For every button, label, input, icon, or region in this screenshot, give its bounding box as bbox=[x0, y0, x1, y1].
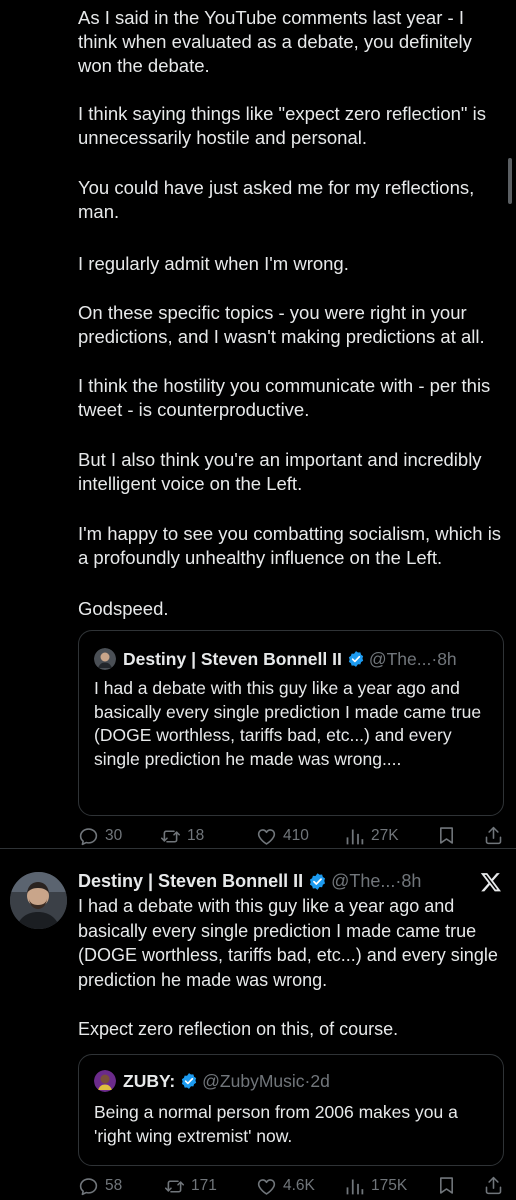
quoted-tweet-header: Destiny | Steven Bonnell II @The... · 8h bbox=[94, 647, 457, 671]
scrollbar[interactable] bbox=[508, 158, 512, 204]
reply-icon bbox=[78, 1176, 99, 1197]
views-count: 175K bbox=[371, 1177, 408, 1194]
tweet-paragraph: I think the hostility you communicate wi… bbox=[78, 375, 496, 420]
author-name[interactable]: Destiny | Steven Bonnell II bbox=[123, 649, 342, 670]
verified-badge-icon bbox=[180, 1072, 198, 1090]
tweet-paragraph: I regularly admit when I'm wrong. bbox=[78, 253, 349, 274]
bookmark-icon[interactable] bbox=[436, 825, 457, 846]
verified-badge-icon bbox=[308, 872, 327, 891]
tweet-paragraph: Godspeed. bbox=[78, 598, 169, 619]
reply-count: 58 bbox=[105, 1177, 123, 1194]
author-handle: @ZubyMusic bbox=[202, 1070, 305, 1091]
tweet-paragraph: On these specific topics - you were righ… bbox=[78, 302, 485, 347]
author-name[interactable]: Destiny | Steven Bonnell II bbox=[78, 871, 303, 892]
author-handle: @The... bbox=[331, 870, 396, 891]
reply-button[interactable]: 58 bbox=[78, 1173, 122, 1199]
action-bar: 30 18 410 27K bbox=[78, 823, 508, 849]
views-icon bbox=[344, 1176, 365, 1197]
share-icon[interactable] bbox=[483, 1175, 504, 1196]
reply-icon bbox=[78, 826, 99, 847]
repost-count: 171 bbox=[191, 1177, 217, 1194]
tweet-paragraph: I think saying things like "expect zero … bbox=[78, 103, 492, 148]
divider bbox=[0, 848, 516, 849]
views-button[interactable]: 27K bbox=[344, 823, 399, 849]
tweet-paragraph: I'm happy to see you combatting socialis… bbox=[78, 523, 507, 568]
repost-icon bbox=[164, 1176, 185, 1197]
heart-icon bbox=[256, 1176, 277, 1197]
reply-button[interactable]: 30 bbox=[78, 823, 122, 849]
avatar[interactable] bbox=[94, 648, 116, 670]
heart-icon bbox=[256, 826, 277, 847]
tweet-paragraph: Expect zero reflection on this, of cours… bbox=[78, 1019, 399, 1039]
x-logo-icon[interactable] bbox=[480, 871, 502, 893]
quoted-tweet-text: Being a normal person from 2006 makes yo… bbox=[94, 1102, 458, 1146]
verified-badge-icon bbox=[347, 650, 365, 668]
tweet-paragraph: But I also think you're an important and… bbox=[78, 449, 487, 494]
quoted-tweet[interactable]: Destiny | Steven Bonnell II @The... · 8h… bbox=[78, 630, 504, 816]
tweet-paragraph: As I said in the YouTube comments last y… bbox=[78, 7, 478, 76]
quoted-tweet-text: I had a debate with this guy like a year… bbox=[94, 678, 482, 769]
author-name[interactable]: ZUBY: bbox=[123, 1071, 175, 1092]
repost-count: 18 bbox=[187, 827, 205, 844]
tweet-paragraph: You could have just asked me for my refl… bbox=[78, 177, 480, 222]
bookmark-icon[interactable] bbox=[436, 1175, 457, 1196]
timestamp[interactable]: 8h bbox=[401, 871, 421, 892]
quoted-tweet[interactable]: ZUBY: @ZubyMusic · 2d Being a normal per… bbox=[78, 1054, 504, 1166]
like-button[interactable]: 4.6K bbox=[256, 1173, 315, 1199]
reply-tweet[interactable]: As I said in the YouTube comments last y… bbox=[0, 0, 516, 848]
views-icon bbox=[344, 826, 365, 847]
like-count: 4.6K bbox=[283, 1177, 315, 1194]
views-button[interactable]: 175K bbox=[344, 1173, 407, 1199]
views-count: 27K bbox=[371, 827, 399, 844]
tweet-header: Destiny | Steven Bonnell II @The... · 8h bbox=[78, 868, 421, 894]
repost-button[interactable]: 18 bbox=[160, 823, 204, 849]
like-count: 410 bbox=[283, 827, 309, 844]
tweet-paragraph: I had a debate with this guy like a year… bbox=[78, 896, 503, 990]
like-button[interactable]: 410 bbox=[256, 823, 309, 849]
repost-icon bbox=[160, 826, 181, 847]
quoted-tweet-header: ZUBY: @ZubyMusic · 2d bbox=[94, 1069, 330, 1093]
avatar[interactable] bbox=[94, 1070, 116, 1092]
share-icon[interactable] bbox=[483, 825, 504, 846]
action-bar: 58 171 4.6K 175K bbox=[78, 1173, 508, 1199]
avatar[interactable] bbox=[10, 872, 67, 929]
author-handle: @The... bbox=[368, 648, 432, 669]
timestamp[interactable]: 8h bbox=[437, 649, 456, 670]
reply-count: 30 bbox=[105, 827, 123, 844]
repost-button[interactable]: 171 bbox=[164, 1173, 217, 1199]
timestamp[interactable]: 2d bbox=[310, 1071, 329, 1092]
